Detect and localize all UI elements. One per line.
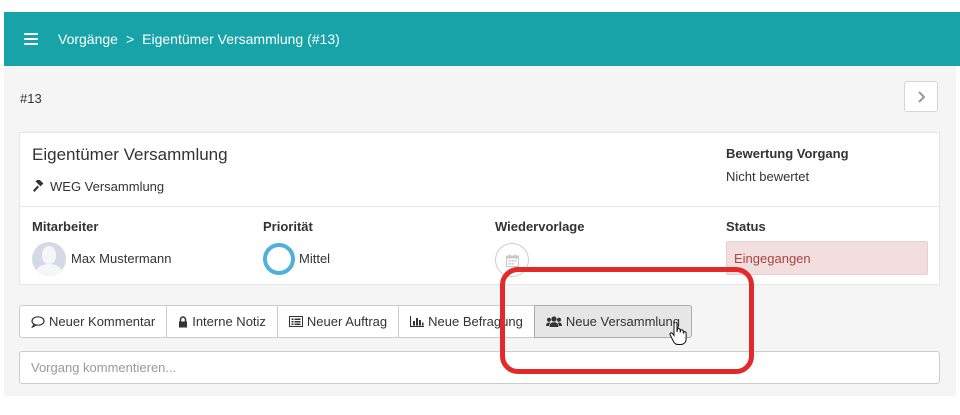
new-survey-label: Neue Befragung (428, 314, 523, 329)
action-button-group: Neuer Kommentar Interne Notiz Neuer Auft… (19, 305, 692, 338)
new-meeting-label: Neue Versammlung (565, 314, 680, 329)
internal-note-button[interactable]: Interne Notiz (166, 305, 278, 338)
followup-label: Wiedervorlage (495, 219, 585, 234)
case-title: Eigentümer Versammlung (32, 145, 228, 164)
priority-label: Priorität (263, 219, 313, 234)
new-comment-label: Neuer Kommentar (49, 314, 156, 329)
avatar (32, 242, 66, 276)
followup-calendar-button[interactable] (495, 243, 529, 277)
rating-value[interactable]: Nicht bewertet (726, 169, 809, 184)
users-icon (545, 316, 562, 327)
top-header: Vorgänge > Eigentümer Versammlung (#13) (4, 12, 960, 66)
new-survey-button[interactable]: Neue Befragung (398, 305, 535, 338)
status-badge[interactable]: Eingegangen (726, 241, 928, 275)
new-order-label: Neuer Auftrag (306, 314, 388, 329)
case-card: Eigentümer Versammlung WEG Versammlung B… (19, 132, 940, 285)
new-order-button[interactable]: Neuer Auftrag (276, 305, 400, 338)
case-subtitle: WEG Versammlung (32, 179, 164, 194)
comment-icon (31, 315, 45, 328)
priority-indicator[interactable] (263, 243, 295, 275)
chevron-right-icon (918, 90, 926, 103)
status-label: Status (726, 219, 766, 234)
new-meeting-button[interactable]: Neue Versammlung (533, 305, 692, 338)
employee-name[interactable]: Max Mustermann (71, 251, 171, 266)
bar-chart-icon (410, 316, 425, 327)
case-subtitle-text: WEG Versammlung (50, 179, 165, 194)
case-id: #13 (20, 91, 42, 106)
new-comment-button[interactable]: Neuer Kommentar (19, 305, 168, 338)
app-frame: Vorgänge > Eigentümer Versammlung (#13) … (0, 0, 960, 415)
breadcrumb-current: Eigentümer Versammlung (#13) (142, 31, 340, 47)
breadcrumb-root-link[interactable]: Vorgänge (58, 31, 118, 47)
hamburger-icon[interactable] (24, 33, 38, 45)
rating-label: Bewertung Vorgang (726, 146, 849, 161)
employee-label: Mitarbeiter (32, 219, 99, 234)
next-case-button[interactable] (904, 81, 938, 112)
priority-value[interactable]: Mittel (299, 251, 330, 266)
comment-input[interactable] (19, 351, 940, 384)
gavel-icon (33, 180, 44, 192)
calendar-icon (505, 254, 519, 267)
breadcrumb-separator: > (125, 31, 135, 47)
case-card-header: Eigentümer Versammlung WEG Versammlung B… (20, 133, 939, 207)
main-content: #13 Eigentümer Versammlung WEG Versammlu… (4, 66, 956, 396)
internal-note-label: Interne Notiz (192, 314, 266, 329)
lock-icon (179, 315, 188, 327)
list-icon (288, 316, 303, 327)
breadcrumb: Vorgänge > Eigentümer Versammlung (#13) (58, 31, 340, 47)
